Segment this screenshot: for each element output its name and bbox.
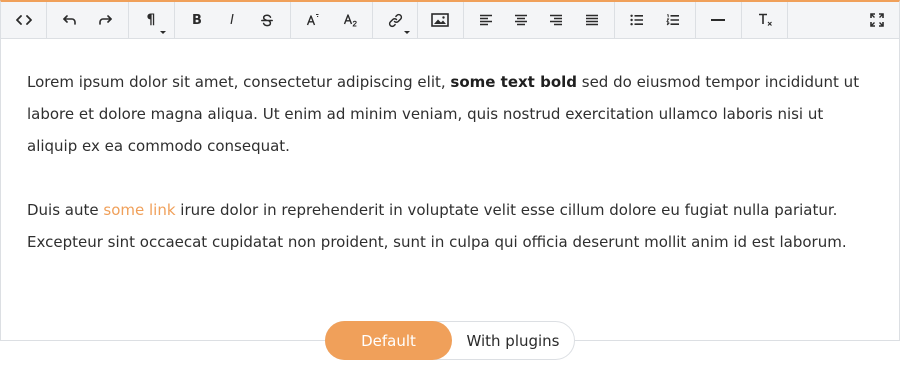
paragraph[interactable]: Lorem ipsum dolor sit amet, consectetur …	[27, 66, 877, 162]
superscript-button[interactable]	[297, 2, 329, 38]
superscript-icon	[306, 13, 320, 27]
strikethrough-button[interactable]	[251, 2, 283, 38]
align-justify-icon	[585, 14, 599, 26]
clear-formatting-icon	[758, 13, 773, 27]
content-link[interactable]: some link	[103, 201, 175, 219]
unordered-list-button[interactable]	[621, 2, 653, 38]
italic-button[interactable]: I	[216, 2, 248, 38]
paragraph[interactable]: Duis aute some link irure dolor in repre…	[27, 194, 877, 258]
toolbar-separator	[290, 2, 291, 38]
subscript-icon	[343, 13, 358, 27]
paragraph-format-button[interactable]: ¶	[135, 2, 167, 38]
toolbar-separator	[614, 2, 615, 38]
with-plugins-mode-button[interactable]: With plugins	[452, 322, 574, 359]
align-justify-button[interactable]	[576, 2, 608, 38]
align-left-icon	[479, 14, 493, 26]
paragraph-text: Lorem ipsum dolor sit amet, consectetur …	[27, 73, 451, 91]
align-center-button[interactable]	[505, 2, 537, 38]
ordered-list-icon	[666, 14, 680, 26]
toolbar-separator	[46, 2, 47, 38]
redo-icon	[98, 14, 112, 26]
mode-toggle: Default With plugins	[325, 321, 575, 360]
bold-text: some text bold	[450, 73, 577, 91]
align-right-icon	[549, 14, 563, 26]
bold-icon: B	[192, 12, 202, 28]
toolbar-separator	[463, 2, 464, 38]
undo-icon	[63, 14, 77, 26]
align-center-icon	[514, 14, 528, 26]
ordered-list-button[interactable]	[657, 2, 689, 38]
editor-toolbar: ¶ B I	[1, 2, 899, 39]
paragraph-format-icon: ¶	[146, 12, 156, 28]
unordered-list-icon	[630, 14, 644, 26]
bold-button[interactable]: B	[181, 2, 213, 38]
default-mode-button[interactable]: Default	[325, 321, 452, 360]
toolbar-separator	[174, 2, 175, 38]
chevron-down-icon	[404, 31, 410, 34]
insert-link-button[interactable]	[379, 2, 411, 38]
code-view-icon	[16, 14, 32, 26]
editor-content[interactable]: Lorem ipsum dolor sit amet, consectetur …	[27, 66, 877, 290]
italic-icon: I	[230, 12, 234, 28]
toolbar-separator	[372, 2, 373, 38]
link-icon	[388, 13, 403, 28]
undo-button[interactable]	[54, 2, 86, 38]
image-icon	[431, 13, 449, 27]
align-right-button[interactable]	[540, 2, 572, 38]
toolbar-separator	[741, 2, 742, 38]
chevron-down-icon	[160, 31, 166, 34]
toolbar-separator	[787, 2, 788, 38]
clear-formatting-button[interactable]	[749, 2, 781, 38]
horizontal-rule-icon	[711, 18, 725, 22]
horizontal-rule-button[interactable]	[702, 2, 734, 38]
paragraph-text: Duis aute	[27, 201, 104, 219]
fullscreen-button[interactable]	[861, 2, 893, 38]
toolbar-separator	[417, 2, 418, 38]
rich-text-editor: ¶ B I Lorem ipsum dolor sit amet, consec…	[0, 0, 900, 341]
strikethrough-icon	[261, 13, 273, 27]
align-left-button[interactable]	[470, 2, 502, 38]
subscript-button[interactable]	[334, 2, 366, 38]
insert-image-button[interactable]	[424, 2, 456, 38]
fullscreen-icon	[870, 13, 884, 27]
toolbar-separator	[695, 2, 696, 38]
redo-button[interactable]	[89, 2, 121, 38]
code-view-button[interactable]	[8, 2, 40, 38]
toolbar-separator	[128, 2, 129, 38]
